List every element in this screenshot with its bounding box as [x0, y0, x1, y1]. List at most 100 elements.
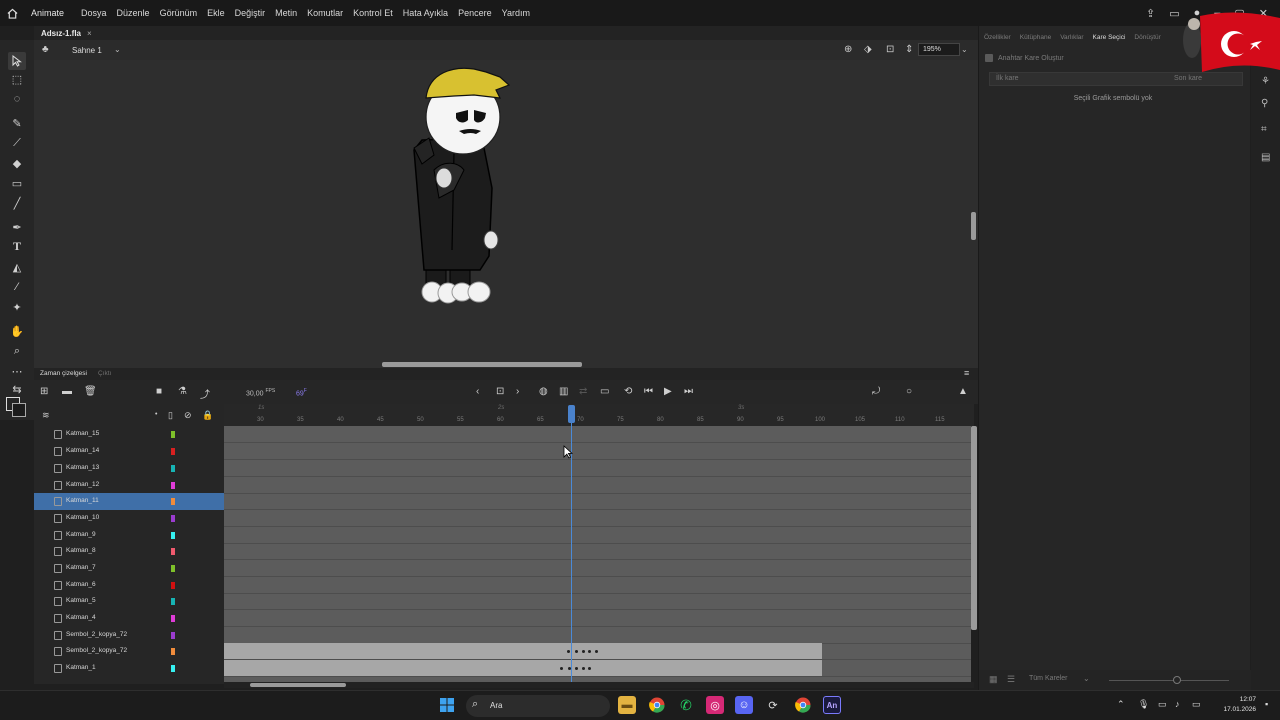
layer-name[interactable]: Katman_12 — [66, 481, 99, 488]
frame-row[interactable] — [224, 493, 971, 510]
frame-row[interactable] — [224, 543, 971, 560]
layer-name[interactable]: Katman_7 — [66, 564, 96, 571]
frame-picker-icon[interactable]: ▤ — [1261, 152, 1270, 163]
workspace-icon[interactable]: ▭ — [1169, 7, 1179, 20]
layer-row[interactable]: Katman_15 — [34, 426, 224, 443]
notification-icon[interactable]: ▪ — [1265, 699, 1268, 709]
play-icon[interactable]: ▶ — [664, 386, 672, 397]
layer-row[interactable]: Katman_4 — [34, 610, 224, 627]
frame-row[interactable] — [224, 577, 971, 594]
frames-grid[interactable] — [224, 426, 971, 684]
menu-text[interactable]: Metin — [270, 8, 302, 18]
scrollbar-thumb[interactable] — [250, 683, 346, 687]
layer-color-swatch[interactable] — [171, 648, 175, 655]
paint-brush-tool-icon[interactable]: ⟋ — [8, 134, 26, 152]
frame-row[interactable] — [224, 510, 971, 527]
layer-row[interactable]: Katman_8 — [34, 543, 224, 560]
battery-icon[interactable]: ▭ — [1192, 699, 1201, 710]
snap-icon[interactable]: ⊕ — [844, 44, 852, 55]
file-explorer-icon[interactable]: ▬ — [618, 696, 636, 714]
layer-row[interactable]: Katman_6 — [34, 577, 224, 594]
menu-file[interactable]: Dosya — [76, 8, 112, 18]
more-tools-icon[interactable]: ⋯ — [8, 362, 26, 380]
whatsapp-icon[interactable]: ✆ — [677, 696, 695, 714]
menu-insert[interactable]: Ekle — [202, 8, 230, 18]
layer-color-swatch[interactable] — [171, 465, 175, 472]
layer-row[interactable]: Sembol_2_kopya_72 — [34, 643, 224, 660]
zoom-input[interactable]: 195% — [918, 43, 960, 56]
chevron-down-icon[interactable]: ⌄ — [114, 45, 121, 54]
frame-row[interactable] — [224, 443, 971, 460]
edit-multiple-frames-icon[interactable]: ▥ — [559, 386, 568, 397]
free-transform-tool-icon[interactable]: ⬚ — [8, 70, 26, 88]
onion-skin-icon[interactable]: ◍ — [539, 386, 548, 397]
frame-row[interactable] — [224, 460, 971, 477]
step-back-icon[interactable]: ⏮ — [644, 386, 653, 397]
app-icon[interactable]: ⟳ — [764, 696, 782, 714]
new-folder-icon[interactable]: ▬ — [62, 386, 72, 397]
create-keyframe-option[interactable]: Anahtar Kare Oluştur — [985, 54, 1064, 62]
layer-name[interactable]: Katman_6 — [66, 581, 96, 588]
layer-name[interactable]: Katman_11 — [66, 497, 99, 504]
share-icon[interactable]: ⇪ — [1146, 7, 1155, 20]
menu-edit[interactable]: Düzenle — [112, 8, 155, 18]
layer-row[interactable]: Katman_13 — [34, 460, 224, 477]
thumbnail-size-slider[interactable] — [1109, 680, 1229, 681]
layer-depth-icon[interactable]: ⚗ — [178, 386, 187, 397]
stage-horizontal-scrollbar[interactable] — [382, 362, 582, 367]
parenting-icon[interactable]: ⤴ — [200, 386, 210, 401]
keyframe[interactable] — [575, 650, 578, 653]
home-icon[interactable] — [1, 0, 23, 26]
pin-tool-icon[interactable]: ✦ — [8, 298, 26, 316]
line-tool-icon[interactable]: ╱ — [8, 194, 26, 212]
layer-row[interactable]: Katman_12 — [34, 477, 224, 494]
layer-color-swatch[interactable] — [171, 482, 175, 489]
frame-row[interactable] — [224, 560, 971, 577]
tab-timeline[interactable]: Zaman çizelgesi — [40, 370, 87, 377]
tray-chevron-up-icon[interactable]: ⌃ — [1117, 699, 1125, 710]
volume-icon[interactable]: ♪ — [1175, 699, 1180, 709]
layer-name[interactable]: Katman_15 — [66, 430, 99, 437]
timeline-horizontal-scrollbar[interactable] — [224, 682, 974, 688]
fill-color-swatch[interactable] — [12, 403, 26, 417]
layer-color-swatch[interactable] — [171, 448, 175, 455]
stage-vertical-scrollbar[interactable] — [971, 212, 976, 240]
layer-name[interactable]: Katman_8 — [66, 547, 96, 554]
stage[interactable] — [34, 60, 978, 370]
panel-menu-icon[interactable]: ≡ — [964, 368, 969, 378]
tab-assets[interactable]: Varlıklar — [1060, 34, 1083, 46]
zoom-tool-icon[interactable]: ⌕ — [8, 342, 26, 360]
tab-output[interactable]: Çıktı — [98, 370, 111, 377]
layer-color-swatch[interactable] — [171, 498, 175, 505]
layer-color-swatch[interactable] — [171, 532, 175, 539]
layer-row[interactable]: Katman_10 — [34, 510, 224, 527]
chevron-down-icon[interactable]: ⌄ — [1083, 674, 1090, 683]
character-artwork[interactable] — [34, 60, 978, 370]
frame-row[interactable] — [224, 610, 971, 627]
menu-debug[interactable]: Hata Ayıkla — [398, 8, 453, 18]
next-keyframe-icon[interactable]: › — [516, 386, 519, 397]
layer-name[interactable]: Sembol_2_kopya_72 — [66, 631, 127, 638]
lasso-tool-icon[interactable]: ◌ — [8, 90, 26, 108]
menu-help[interactable]: Yardım — [497, 8, 535, 18]
frame-span[interactable] — [224, 643, 822, 659]
keyframe[interactable] — [588, 650, 591, 653]
text-tool-icon[interactable]: T — [8, 237, 26, 255]
animate-app-icon[interactable]: An — [823, 696, 841, 714]
layer-color-swatch[interactable] — [171, 615, 175, 622]
previous-keyframe-icon[interactable]: ‹ — [476, 386, 479, 397]
system-clock[interactable]: 12:07 17.01.2026 — [1212, 695, 1256, 715]
menu-commands[interactable]: Komutlar — [302, 8, 348, 18]
layer-name[interactable]: Katman_9 — [66, 531, 96, 538]
slider-knob[interactable] — [1173, 676, 1181, 684]
instagram-icon[interactable]: ◎ — [706, 696, 724, 714]
current-frame[interactable]: 69F — [296, 388, 307, 397]
layer-color-swatch[interactable] — [171, 515, 175, 522]
frame-row[interactable] — [224, 426, 971, 443]
windows-start-icon[interactable] — [438, 696, 456, 714]
tab-library[interactable]: Kütüphane — [1020, 34, 1051, 46]
fps-number[interactable]: 30,00 — [246, 390, 264, 397]
create-keyframe-checkbox[interactable] — [985, 54, 993, 62]
frame-icon[interactable]: ▭ — [600, 386, 609, 397]
layer-row[interactable]: Katman_1 — [34, 660, 224, 677]
